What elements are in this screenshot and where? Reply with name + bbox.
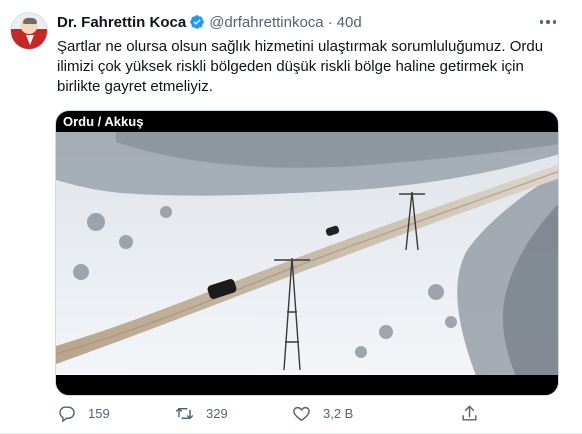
tweet[interactable]: Dr. Fahrettin Koca @drfahrettinkoca · 40… bbox=[0, 0, 582, 434]
video-location-label: Ordu / Akkuş bbox=[63, 114, 144, 129]
like-button[interactable]: 3,2 B bbox=[292, 402, 353, 424]
verified-badge-icon bbox=[189, 14, 205, 30]
tweet-text-line: Şartlar ne olursa olsun sağlık hizmetini… bbox=[57, 38, 544, 55]
tweet-header: Dr. Fahrettin Koca @drfahrettinkoca · 40… bbox=[57, 12, 362, 32]
snowy-road-video-frame bbox=[56, 132, 558, 376]
tweet-text: Şartlar ne olursa olsun sağlık hizmetini… bbox=[57, 37, 557, 97]
video-letterbox bbox=[56, 375, 558, 395]
reply-count: 159 bbox=[88, 405, 110, 421]
share-icon bbox=[462, 405, 477, 421]
more-dot bbox=[539, 20, 544, 24]
like-count: 3,2 B bbox=[323, 405, 354, 421]
tweet-text-line: ilimizi çok yüksek riskli bölgeden düşük… bbox=[57, 58, 524, 75]
retweet-icon bbox=[175, 407, 194, 419]
author-name[interactable]: Dr. Fahrettin Koca bbox=[57, 14, 186, 31]
heart-icon bbox=[293, 406, 310, 421]
tweet-timestamp[interactable]: 40d bbox=[337, 14, 362, 31]
more-options-icon[interactable] bbox=[536, 14, 560, 30]
more-dot bbox=[552, 20, 557, 24]
tweet-text-line: birlikte gayret etmeliyiz. bbox=[57, 78, 213, 95]
separator-dot: · bbox=[327, 13, 333, 31]
reply-icon bbox=[59, 405, 75, 422]
tweet-actions: 159 329 3,2 B bbox=[57, 402, 517, 424]
avatar-collar bbox=[26, 35, 34, 45]
retweet-count: 329 bbox=[206, 405, 228, 421]
share-button[interactable] bbox=[460, 402, 479, 424]
avatar[interactable] bbox=[10, 12, 48, 50]
retweet-button[interactable]: 329 bbox=[175, 402, 228, 424]
reply-button[interactable]: 159 bbox=[57, 402, 110, 424]
more-dot bbox=[546, 20, 550, 24]
tweet-video[interactable]: Ordu / Akkuş bbox=[55, 110, 559, 396]
author-handle[interactable]: @drfahrettinkoca bbox=[209, 14, 323, 31]
avatar-hair bbox=[23, 18, 37, 24]
